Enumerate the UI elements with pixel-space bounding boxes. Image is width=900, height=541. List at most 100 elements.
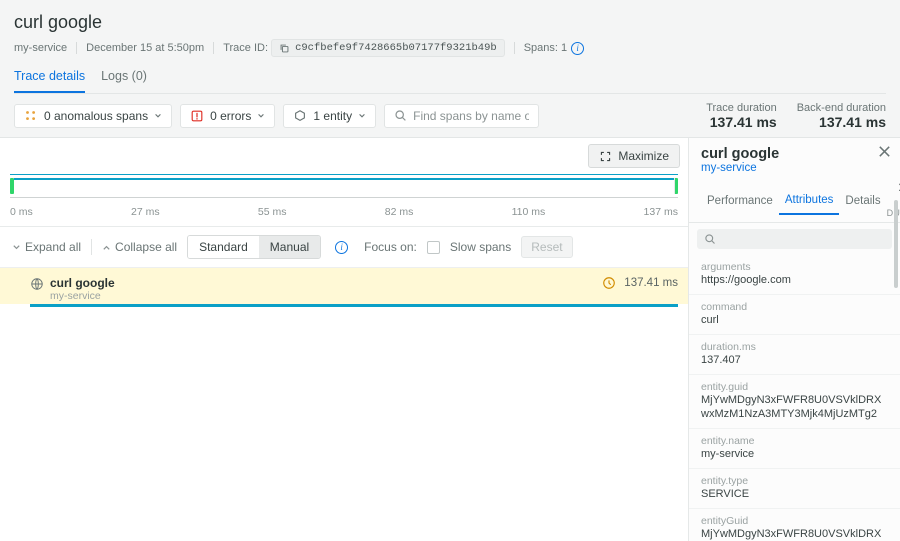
focus-on-label: Focus on: [364, 240, 417, 254]
minimap[interactable] [10, 174, 678, 198]
attr-key: entity.name [701, 435, 888, 447]
attr-key: entity.guid [701, 381, 888, 393]
anomalous-spans-label: 0 anomalous spans [44, 109, 148, 123]
info-icon[interactable]: i [335, 241, 348, 254]
info-icon[interactable]: i [571, 42, 584, 55]
expand-all-button[interactable]: Expand all [12, 240, 81, 254]
collapse-all-button[interactable]: Collapse all [102, 240, 177, 254]
span-service: my-service [50, 290, 115, 302]
tab-details[interactable]: Details [839, 189, 886, 214]
chevron-down-icon [358, 112, 366, 120]
service-name[interactable]: my-service [14, 42, 67, 54]
attribute-row[interactable]: entityGuidMjYwMDgyN3xFWFR8U0VSVklDRXwxMz… [689, 508, 900, 541]
minimap-handle-left[interactable] [10, 178, 14, 194]
anomalous-spans-filter[interactable]: 0 anomalous spans [14, 104, 172, 128]
attr-value: my-service [701, 447, 888, 462]
time-axis: 0 ms 27 ms 55 ms 82 ms 110 ms 137 ms [0, 198, 688, 227]
minimap-handle-right[interactable] [674, 178, 678, 194]
timestamp: December 15 at 5:50pm [86, 42, 204, 54]
toolbar: 0 anomalous spans 0 errors 1 entity Trac… [0, 94, 900, 138]
close-button[interactable] [877, 144, 892, 162]
reset-button[interactable]: Reset [521, 236, 572, 258]
side-tabs: Performance Attributes Details 137.41 ms… [689, 180, 900, 223]
search-icon [704, 233, 716, 245]
maximize-button[interactable]: Maximize [588, 144, 680, 168]
copy-icon [279, 43, 290, 54]
slow-spans-checkbox[interactable] [427, 241, 440, 254]
attr-value: curl [701, 313, 888, 328]
attr-key: arguments [701, 261, 888, 273]
span-name: curl google [50, 276, 115, 290]
chevron-up-icon [102, 243, 111, 252]
tab-trace-details[interactable]: Trace details [14, 69, 85, 93]
page-title: curl google [14, 12, 886, 33]
mode-standard-button[interactable]: Standard [188, 236, 259, 258]
search-icon [394, 109, 407, 122]
attribute-search[interactable] [697, 229, 892, 249]
spans-count: 1 [561, 42, 567, 54]
tick: 0 ms [10, 206, 33, 218]
tab-logs[interactable]: Logs (0) [101, 69, 147, 93]
side-service-link[interactable]: my-service [701, 162, 888, 174]
attr-key: duration.ms [701, 341, 888, 353]
tab-attributes[interactable]: Attributes [779, 188, 840, 215]
mode-manual-button[interactable]: Manual [259, 236, 320, 258]
close-icon [877, 144, 892, 159]
attr-key: entityGuid [701, 515, 888, 527]
trace-duration-label: Trace duration [706, 102, 777, 114]
attr-key: command [701, 301, 888, 313]
clock-icon [602, 276, 616, 290]
attr-value: https://google.com [701, 273, 888, 288]
attribute-row[interactable]: argumentshttps://google.com [689, 255, 900, 294]
error-icon [190, 109, 204, 123]
collapse-all-label: Collapse all [115, 240, 177, 254]
maximize-icon [599, 150, 612, 163]
attr-value: SERVICE [701, 487, 888, 502]
side-panel: curl google my-service Performance Attri… [688, 138, 900, 541]
backend-duration: Back-end duration 137.41 ms [797, 102, 886, 130]
primary-tabs: Trace details Logs (0) [14, 69, 886, 94]
attribute-row[interactable]: entity.guidMjYwMDgyN3xFWFR8U0VSVklDRXwxM… [689, 374, 900, 429]
slow-spans-label: Slow spans [450, 240, 511, 254]
trace-id-chip[interactable]: c9cfbefe9f7428665b07177f9321b49b [271, 39, 505, 57]
tick: 110 ms [512, 206, 546, 218]
trace-id-value: c9cfbefe9f7428665b07177f9321b49b [295, 42, 497, 54]
waterfall-panel: Maximize 0 ms 27 ms 55 ms 82 ms 110 ms 1… [0, 138, 688, 541]
span-row[interactable]: curl google my-service 137.41 ms [0, 268, 688, 304]
tick: 55 ms [258, 206, 287, 218]
attribute-row[interactable]: entity.typeSERVICE [689, 468, 900, 508]
tick: 137 ms [644, 206, 678, 218]
attribute-row[interactable]: entity.namemy-service [689, 428, 900, 468]
anomalous-icon [24, 109, 38, 123]
backend-duration-value: 137.41 ms [797, 114, 886, 130]
trace-duration-value: 137.41 ms [706, 114, 777, 130]
attr-value: MjYwMDgyN3xFWFR8U0VSVklDRXwxMzM1NzA3MTY3… [701, 527, 888, 541]
errors-label: 0 errors [210, 109, 251, 123]
tick: 82 ms [385, 206, 414, 218]
entity-icon [293, 109, 307, 123]
scrollbar[interactable] [894, 200, 898, 288]
attributes-list: argumentshttps://google.com commandcurl … [689, 255, 900, 541]
backend-duration-label: Back-end duration [797, 102, 886, 114]
view-mode-segment: Standard Manual [187, 235, 321, 259]
attribute-row[interactable]: duration.ms137.407 [689, 334, 900, 374]
globe-icon [30, 277, 44, 291]
errors-filter[interactable]: 0 errors [180, 104, 275, 128]
attr-value: MjYwMDgyN3xFWFR8U0VSVklDRXwxMzM1NzA3MTY3… [701, 393, 888, 423]
entity-filter[interactable]: 1 entity [283, 104, 376, 128]
span-search-input[interactable] [413, 109, 529, 123]
attribute-row[interactable]: commandcurl [689, 294, 900, 334]
chevron-down-icon [257, 112, 265, 120]
side-title: curl google [701, 146, 888, 162]
span-search[interactable] [384, 104, 539, 128]
tick: 27 ms [131, 206, 160, 218]
trace-id-label: Trace ID: [223, 42, 268, 54]
span-duration: 137.41 ms [624, 277, 678, 289]
attribute-search-input[interactable] [722, 233, 885, 245]
attr-key: entity.type [701, 475, 888, 487]
expand-all-label: Expand all [25, 240, 81, 254]
entity-label: 1 entity [313, 109, 352, 123]
attr-value: 137.407 [701, 353, 888, 368]
chevron-down-icon [12, 243, 21, 252]
tab-performance[interactable]: Performance [701, 189, 779, 214]
